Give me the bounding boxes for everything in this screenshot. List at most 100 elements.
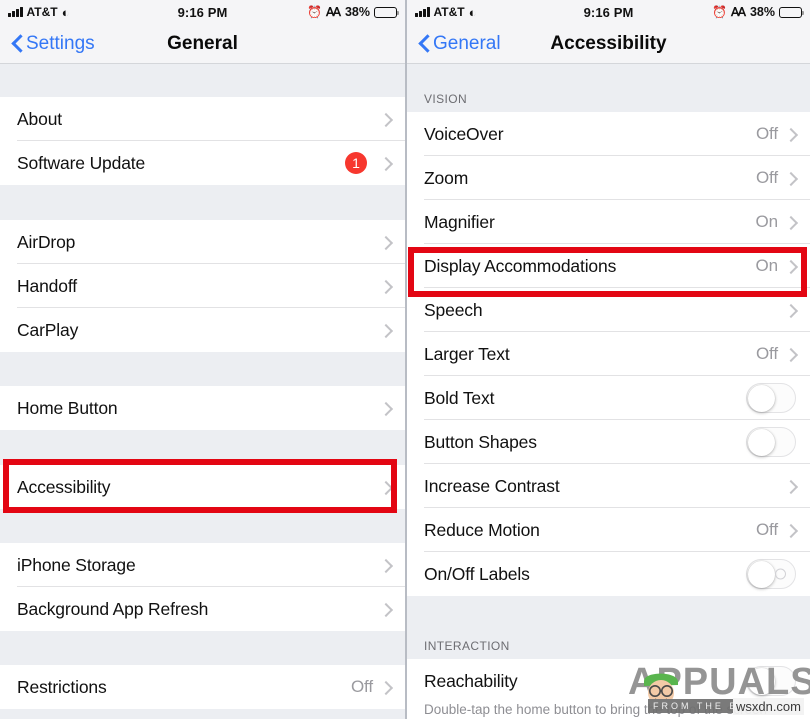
list-item-about[interactable]: About <box>0 97 405 141</box>
bluetooth-icon: Ꜳ <box>730 5 746 19</box>
list-item-on-off-labels[interactable]: On/Off Labels <box>407 552 810 596</box>
list-group-restrictions: Restrictions Off <box>0 665 405 709</box>
status-bar-left: AT&T ◐ <box>415 5 584 19</box>
back-button-general[interactable]: General <box>419 33 501 55</box>
status-bar-right: ⏰ Ꜳ 38% <box>227 5 400 19</box>
list-item-label: Bold Text <box>424 387 495 408</box>
reachability-toggle[interactable] <box>746 666 796 696</box>
toggle-knob <box>748 667 775 695</box>
list-item-value: Off <box>755 168 778 187</box>
list-item-iphone-storage[interactable]: iPhone Storage <box>0 543 405 587</box>
list-item-home-button[interactable]: Home Button <box>0 386 405 430</box>
section-header-vision: VISION <box>407 64 810 112</box>
back-button-settings[interactable]: Settings <box>12 33 95 55</box>
carrier-label: AT&T <box>26 5 58 19</box>
battery-percent-label: 38% <box>749 5 775 19</box>
section-header-interaction: INTERACTION <box>407 631 810 659</box>
status-bar: AT&T ◐ 9:16 PM ⏰ Ꜳ 38% <box>0 0 405 24</box>
list-item-increase-contrast[interactable]: Increase Contrast <box>407 464 810 508</box>
list-item-accessibility[interactable]: Accessibility <box>0 465 405 509</box>
list-group-interaction: Reachability Double-tap the home button … <box>407 659 810 719</box>
list-item-value: On <box>755 256 779 275</box>
list-item-label: Home Button <box>17 397 118 418</box>
list-item-voiceover[interactable]: VoiceOver Off <box>407 112 810 156</box>
chevron-right-icon <box>381 112 390 127</box>
list-item-reachability[interactable]: Reachability <box>407 659 810 703</box>
status-bar: AT&T ◐ 9:16 PM ⏰ Ꜳ 38% <box>407 0 810 24</box>
list-item-software-update[interactable]: Software Update 1 <box>0 141 405 185</box>
list-item-value: Off <box>755 344 778 363</box>
bold-text-toggle[interactable] <box>746 383 796 413</box>
list-item-zoom[interactable]: Zoom Off <box>407 156 810 200</box>
list-item-reduce-motion[interactable]: Reduce Motion Off <box>407 508 810 552</box>
chevron-right-icon <box>786 215 795 230</box>
list-item-handoff[interactable]: Handoff <box>0 264 405 308</box>
list-item-label: Background App Refresh <box>17 598 209 619</box>
list-item-carplay[interactable]: CarPlay <box>0 308 405 352</box>
chevron-left-icon <box>12 34 23 53</box>
list-item-label: Software Update <box>17 152 146 173</box>
list-item-label: On/Off Labels <box>424 563 530 584</box>
list-item-value: Off <box>755 124 778 143</box>
list-item-magnifier[interactable]: Magnifier On <box>407 200 810 244</box>
list-gap <box>0 631 405 665</box>
toggle-off-label-icon <box>775 568 786 580</box>
chevron-right-icon <box>381 401 390 416</box>
list-item-label: iPhone Storage <box>17 554 136 575</box>
list-gap <box>0 430 405 465</box>
wifi-icon: ◐ <box>468 4 477 20</box>
signal-bars-icon <box>8 7 23 17</box>
bluetooth-icon: Ꜳ <box>325 5 341 19</box>
chevron-right-icon <box>786 479 795 494</box>
back-button-label: Settings <box>26 32 95 54</box>
list-item-background-app-refresh[interactable]: Background App Refresh <box>0 587 405 631</box>
list-group-vision: VoiceOver Off Zoom Off Magnifier On Disp… <box>407 112 810 596</box>
list-item-airdrop[interactable]: AirDrop <box>0 220 405 264</box>
section-footer-text: Double-tap the home button to bring the … <box>407 703 810 719</box>
list-gap <box>0 185 405 220</box>
chevron-right-icon <box>381 235 390 250</box>
chevron-right-icon <box>381 558 390 573</box>
list-item-value: Off <box>350 677 373 696</box>
list-gap <box>0 509 405 543</box>
list-gap <box>407 596 810 631</box>
battery-icon <box>374 6 400 18</box>
list-item-button-shapes[interactable]: Button Shapes <box>407 420 810 464</box>
general-settings-list: About Software Update 1 AirDrop Handoff <box>0 64 405 709</box>
signal-bars-icon <box>415 7 430 17</box>
status-bar-right: ⏰ Ꜳ 38% <box>633 5 805 19</box>
battery-percent-label: 38% <box>344 5 370 19</box>
chevron-right-icon <box>381 680 390 695</box>
chevron-right-icon <box>786 127 795 142</box>
chevron-right-icon <box>381 602 390 617</box>
back-button-label: General <box>433 32 501 54</box>
list-item-label: Magnifier <box>424 211 495 232</box>
button-shapes-toggle[interactable] <box>746 427 796 457</box>
list-item-label: Larger Text <box>424 343 510 364</box>
list-item-speech[interactable]: Speech <box>407 288 810 332</box>
status-bar-left: AT&T ◐ <box>8 5 178 19</box>
accessibility-settings-list: VISION VoiceOver Off Zoom Off Magnifier … <box>407 64 810 719</box>
update-badge-count: 1 <box>345 152 367 174</box>
battery-icon <box>779 6 805 18</box>
chevron-right-icon <box>381 480 390 495</box>
list-item-label: About <box>17 108 62 129</box>
list-item-label: Accessibility <box>17 476 111 497</box>
chevron-right-icon <box>381 156 390 171</box>
chevron-right-icon <box>381 279 390 294</box>
list-item-larger-text[interactable]: Larger Text Off <box>407 332 810 376</box>
right-panel-accessibility: AT&T ◐ 9:16 PM ⏰ Ꜳ 38% General Accessibi… <box>405 0 810 719</box>
list-group-home-button: Home Button <box>0 386 405 430</box>
toggle-knob <box>748 560 775 588</box>
list-item-value: On <box>755 212 779 231</box>
list-item-restrictions[interactable]: Restrictions Off <box>0 665 405 709</box>
list-item-display-accommodations[interactable]: Display Accommodations On <box>407 244 810 288</box>
wifi-icon: ◐ <box>61 4 70 20</box>
on-off-labels-toggle[interactable] <box>746 559 796 589</box>
list-item-label: Reachability <box>424 670 518 691</box>
list-item-bold-text[interactable]: Bold Text <box>407 376 810 420</box>
alarm-clock-icon: ⏰ <box>712 5 727 19</box>
list-group-storage: iPhone Storage Background App Refresh <box>0 543 405 631</box>
list-gap <box>0 352 405 386</box>
list-item-label: AirDrop <box>17 231 76 252</box>
